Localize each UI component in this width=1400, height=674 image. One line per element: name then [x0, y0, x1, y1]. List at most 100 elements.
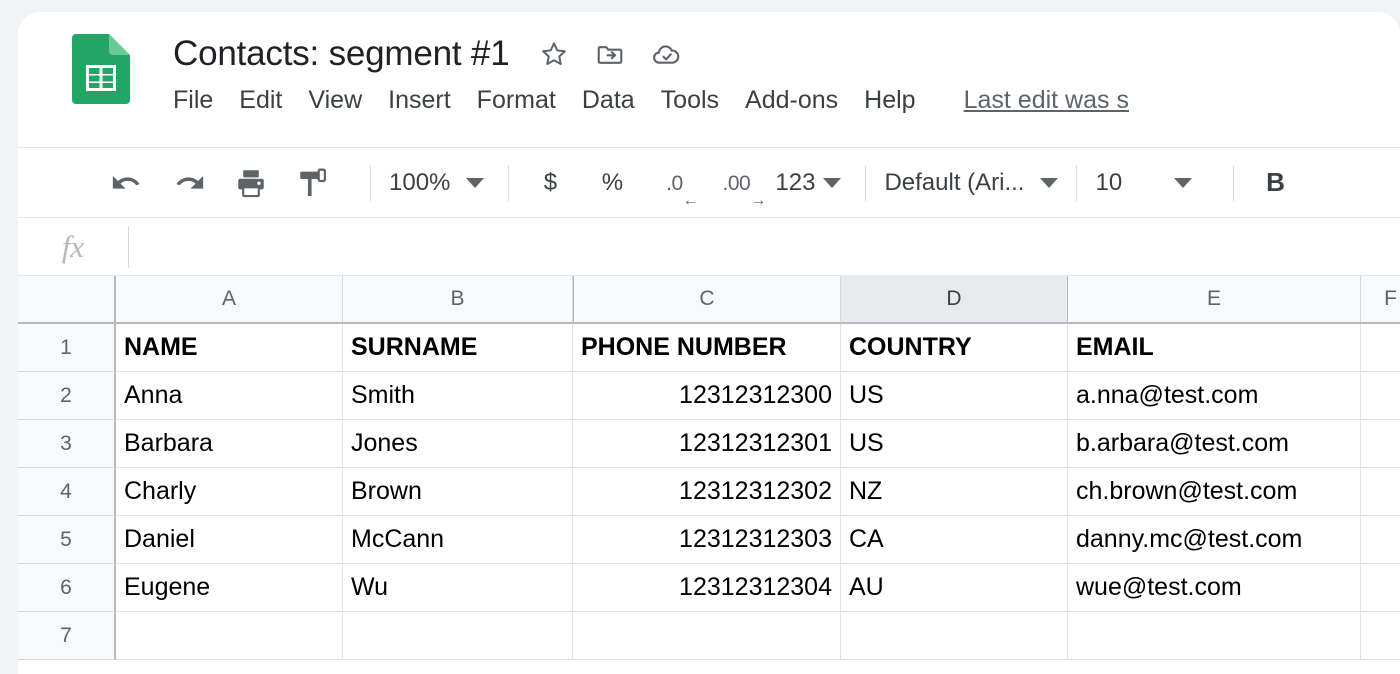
cell-d2[interactable]: US	[841, 372, 1068, 420]
cell-f1[interactable]	[1361, 324, 1400, 372]
menu-item-view[interactable]: View	[308, 86, 362, 115]
table-row: 4 Charly Brown 12312312302 NZ ch.brown@t…	[18, 468, 1400, 516]
cell-c6[interactable]: 12312312304	[573, 564, 841, 612]
toolbar-divider-5	[1233, 164, 1235, 201]
row-header-4[interactable]: 4	[18, 468, 116, 516]
toolbar-divider-2	[508, 164, 510, 201]
row-header-5[interactable]: 5	[18, 516, 116, 564]
row-header-3[interactable]: 3	[18, 420, 116, 468]
cell-b7[interactable]	[343, 612, 573, 660]
cell-f6[interactable]	[1361, 564, 1400, 612]
document-title[interactable]: Contacts: segment #1	[173, 34, 510, 74]
column-header-row: A B C D E F	[18, 276, 1400, 324]
cell-c3[interactable]: 12312312301	[573, 420, 841, 468]
title-row: Contacts: segment #1	[173, 28, 1400, 80]
table-row: 6 Eugene Wu 12312312304 AU wue@test.com	[18, 564, 1400, 612]
cell-a4[interactable]: Charly	[116, 468, 343, 516]
row-header-7[interactable]: 7	[18, 612, 116, 660]
row-header-2[interactable]: 2	[18, 372, 116, 420]
last-edit-link[interactable]: Last edit was s	[964, 86, 1129, 115]
font-size-dropdown[interactable]: 10	[1095, 169, 1215, 197]
font-family-value: Default (Ari...	[884, 168, 1025, 196]
cell-e1[interactable]: EMAIL	[1068, 324, 1361, 372]
cell-e3[interactable]: b.arbara@test.com	[1068, 420, 1361, 468]
formula-bar: fx	[18, 218, 1400, 276]
column-header-d[interactable]: D	[841, 276, 1068, 322]
zoom-control[interactable]: 100%	[389, 169, 485, 197]
app-header: Contacts: segment #1 File Edit View Inse…	[18, 12, 1400, 148]
menu-item-addons[interactable]: Add-ons	[745, 86, 838, 115]
paint-format-icon[interactable]	[290, 160, 336, 206]
cell-f4[interactable]	[1361, 468, 1400, 516]
number-format-dropdown[interactable]: 123	[775, 169, 842, 197]
bold-button[interactable]: B	[1252, 160, 1298, 206]
cell-e4[interactable]: ch.brown@test.com	[1068, 468, 1361, 516]
column-header-f[interactable]: F	[1361, 276, 1400, 322]
cell-c7[interactable]	[573, 612, 841, 660]
column-header-b[interactable]: B	[343, 276, 573, 322]
cell-b1[interactable]: SURNAME	[343, 324, 573, 372]
currency-format-button[interactable]: $	[527, 160, 573, 206]
toolbar: 100% $ % .0 ← .00 → 123 Default (Ari... …	[18, 148, 1400, 218]
column-header-a[interactable]: A	[116, 276, 343, 322]
cell-c2[interactable]: 12312312300	[573, 372, 841, 420]
cell-b3[interactable]: Jones	[343, 420, 573, 468]
cell-a1[interactable]: NAME	[116, 324, 343, 372]
cell-b6[interactable]: Wu	[343, 564, 573, 612]
move-to-folder-icon[interactable]	[595, 39, 625, 69]
formula-input[interactable]	[129, 218, 1400, 275]
cell-e6[interactable]: wue@test.com	[1068, 564, 1361, 612]
cell-a6[interactable]: Eugene	[116, 564, 343, 612]
cell-c1[interactable]: PHONE NUMBER	[573, 324, 841, 372]
google-sheets-logo[interactable]	[72, 34, 130, 104]
cell-b4[interactable]: Brown	[343, 468, 573, 516]
star-icon[interactable]	[539, 39, 569, 69]
row-header-6[interactable]: 6	[18, 564, 116, 612]
cell-d3[interactable]: US	[841, 420, 1068, 468]
print-icon[interactable]	[228, 160, 274, 206]
cell-f5[interactable]	[1361, 516, 1400, 564]
menu-bar: File Edit View Insert Format Data Tools …	[173, 86, 1400, 115]
title-and-menu: Contacts: segment #1 File Edit View Inse…	[173, 28, 1400, 115]
cloud-saved-icon[interactable]	[651, 38, 683, 70]
menu-item-data[interactable]: Data	[582, 86, 635, 115]
row-header-1[interactable]: 1	[18, 324, 116, 372]
cell-b2[interactable]: Smith	[343, 372, 573, 420]
undo-icon[interactable]	[104, 160, 150, 206]
cell-a7[interactable]	[116, 612, 343, 660]
menu-item-edit[interactable]: Edit	[239, 86, 282, 115]
cell-a5[interactable]: Daniel	[116, 516, 343, 564]
column-header-c[interactable]: C	[573, 276, 841, 322]
cell-d4[interactable]: NZ	[841, 468, 1068, 516]
cell-d7[interactable]	[841, 612, 1068, 660]
table-row: 2 Anna Smith 12312312300 US a.nna@test.c…	[18, 372, 1400, 420]
increase-decimal-button[interactable]: .00 →	[713, 160, 767, 209]
decrease-decimal-button[interactable]: .0 ←	[651, 160, 699, 209]
cell-d1[interactable]: COUNTRY	[841, 324, 1068, 372]
cell-a2[interactable]: Anna	[116, 372, 343, 420]
table-row: 1 NAME SURNAME PHONE NUMBER COUNTRY EMAI…	[18, 324, 1400, 372]
cell-b5[interactable]: McCann	[343, 516, 573, 564]
cell-f7[interactable]	[1361, 612, 1400, 660]
menu-item-insert[interactable]: Insert	[388, 86, 451, 115]
cell-e5[interactable]: danny.mc@test.com	[1068, 516, 1361, 564]
cell-d5[interactable]: CA	[841, 516, 1068, 564]
font-family-dropdown[interactable]: Default (Ari...	[884, 168, 1059, 197]
spreadsheet-grid: A B C D E F 1 NAME SURNAME PHONE NUMBER …	[18, 276, 1400, 660]
menu-item-tools[interactable]: Tools	[661, 86, 719, 115]
select-all-corner[interactable]	[18, 276, 116, 322]
menu-item-help[interactable]: Help	[864, 86, 915, 115]
cell-d6[interactable]: AU	[841, 564, 1068, 612]
cell-c4[interactable]: 12312312302	[573, 468, 841, 516]
cell-f3[interactable]	[1361, 420, 1400, 468]
menu-item-file[interactable]: File	[173, 86, 213, 115]
cell-a3[interactable]: Barbara	[116, 420, 343, 468]
menu-item-format[interactable]: Format	[477, 86, 556, 115]
percent-format-button[interactable]: %	[589, 160, 635, 206]
cell-e7[interactable]	[1068, 612, 1361, 660]
cell-e2[interactable]: a.nna@test.com	[1068, 372, 1361, 420]
redo-icon[interactable]	[166, 160, 212, 206]
column-header-e[interactable]: E	[1068, 276, 1361, 322]
cell-c5[interactable]: 12312312303	[573, 516, 841, 564]
cell-f2[interactable]	[1361, 372, 1400, 420]
